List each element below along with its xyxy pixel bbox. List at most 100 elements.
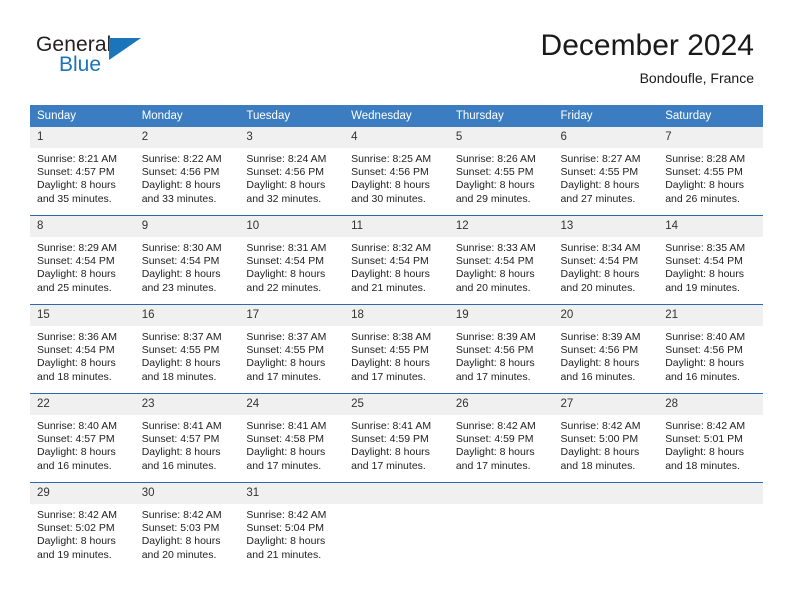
daylight-text-line1: Daylight: 8 hours (246, 179, 326, 192)
day-number: 18 (344, 305, 449, 326)
sunset-text: Sunset: 5:03 PM (141, 522, 220, 535)
day-cell-empty (553, 482, 659, 571)
day-cell[interactable]: 18 Sunrise: 8:38 AM Sunset: 4:55 PM Dayl… (344, 304, 449, 394)
day-cell[interactable]: 24 Sunrise: 8:41 AM Sunset: 4:58 PM Dayl… (239, 393, 345, 483)
day-cell[interactable]: 17 Sunrise: 8:37 AM Sunset: 4:55 PM Dayl… (239, 304, 345, 394)
day-cell[interactable]: 31 Sunrise: 8:42 AM Sunset: 5:04 PM Dayl… (239, 482, 345, 571)
daylight-text-line2: and 16 minutes. (37, 459, 112, 472)
day-cell[interactable]: 9 Sunrise: 8:30 AM Sunset: 4:54 PM Dayli… (134, 215, 240, 305)
sunset-text: Sunset: 4:54 PM (246, 255, 325, 268)
daylight-text-line1: Daylight: 8 hours (351, 268, 430, 281)
day-cell[interactable]: 20 Sunrise: 8:39 AM Sunset: 4:56 PM Dayl… (553, 304, 659, 394)
calendar-week-row: 22 Sunrise: 8:40 AM Sunset: 4:57 PM Dayl… (30, 393, 763, 483)
sunset-text: Sunset: 4:56 PM (560, 344, 639, 357)
calendar-week-row: 29 Sunrise: 8:42 AM Sunset: 5:02 PM Dayl… (30, 482, 763, 571)
day-cell[interactable]: 3 Sunrise: 8:24 AM Sunset: 4:56 PM Dayli… (239, 127, 345, 216)
day-cell[interactable]: 27 Sunrise: 8:42 AM Sunset: 5:00 PM Dayl… (553, 393, 659, 483)
day-cell[interactable]: 16 Sunrise: 8:37 AM Sunset: 4:55 PM Dayl… (134, 304, 240, 394)
day-cell[interactable]: 10 Sunrise: 8:31 AM Sunset: 4:54 PM Dayl… (239, 215, 345, 305)
daylight-text-line1: Daylight: 8 hours (141, 535, 221, 548)
day-cell[interactable]: 7 Sunrise: 8:28 AM Sunset: 4:55 PM Dayli… (658, 127, 763, 216)
day-cell[interactable]: 21 Sunrise: 8:40 AM Sunset: 4:56 PM Dayl… (658, 304, 763, 394)
day-number: 15 (30, 305, 135, 326)
daylight-text-line2: and 16 minutes. (665, 370, 740, 383)
sunset-text: Sunset: 5:02 PM (37, 522, 115, 535)
day-number: 12 (448, 216, 554, 237)
sunrise-text: Sunrise: 8:41 AM (351, 420, 432, 432)
day-number: 9 (134, 216, 240, 237)
day-cell[interactable]: 26 Sunrise: 8:42 AM Sunset: 4:59 PM Dayl… (448, 393, 554, 483)
day-info: Sunrise: 8:42 AM Sunset: 5:01 PM Dayligh… (658, 415, 763, 473)
day-cell[interactable]: 12 Sunrise: 8:33 AM Sunset: 4:54 PM Dayl… (448, 215, 554, 305)
day-number: 19 (448, 305, 554, 326)
daylight-text-line2: and 33 minutes. (141, 192, 217, 205)
day-cell[interactable]: 28 Sunrise: 8:42 AM Sunset: 5:01 PM Dayl… (658, 393, 763, 483)
sunrise-text: Sunrise: 8:31 AM (246, 242, 327, 254)
day-number: 25 (344, 394, 449, 415)
daylight-text-line2: and 17 minutes. (455, 370, 531, 383)
day-number: 28 (658, 394, 763, 415)
day-number: 4 (344, 127, 449, 148)
sunset-text: Sunset: 5:00 PM (560, 433, 639, 446)
location-subtitle: Bondoufle, France (639, 70, 754, 86)
day-number: 10 (239, 216, 345, 237)
day-cell[interactable]: 1 Sunrise: 8:21 AM Sunset: 4:57 PM Dayli… (30, 127, 135, 216)
day-cell[interactable]: 5 Sunrise: 8:26 AM Sunset: 4:55 PM Dayli… (448, 127, 554, 216)
day-cell[interactable]: 30 Sunrise: 8:42 AM Sunset: 5:03 PM Dayl… (134, 482, 240, 571)
sunrise-text: Sunrise: 8:21 AM (37, 153, 117, 165)
weekday-header-sunday: Sunday (30, 105, 135, 127)
day-cell[interactable]: 22 Sunrise: 8:40 AM Sunset: 4:57 PM Dayl… (30, 393, 135, 483)
daylight-text-line1: Daylight: 8 hours (351, 357, 430, 370)
sunset-text: Sunset: 4:54 PM (560, 255, 639, 268)
sunrise-text: Sunrise: 8:41 AM (246, 420, 327, 432)
day-cell[interactable]: 14 Sunrise: 8:35 AM Sunset: 4:54 PM Dayl… (658, 215, 763, 305)
title-block: December 2024 Bondoufle, France (541, 28, 754, 87)
day-info: Sunrise: 8:42 AM Sunset: 4:59 PM Dayligh… (449, 415, 554, 473)
daylight-text-line1: Daylight: 8 hours (665, 179, 745, 192)
day-number: 1 (30, 127, 135, 148)
day-number: 13 (553, 216, 659, 237)
daylight-text-line2: and 23 minutes. (141, 281, 217, 294)
general-blue-logo[interactable]: General Blue (36, 33, 216, 85)
day-cell[interactable]: 25 Sunrise: 8:41 AM Sunset: 4:59 PM Dayl… (344, 393, 449, 483)
sunset-text: Sunset: 4:57 PM (37, 166, 115, 179)
sunrise-text: Sunrise: 8:42 AM (37, 509, 117, 521)
daylight-text-line2: and 16 minutes. (141, 459, 217, 472)
day-info: Sunrise: 8:35 AM Sunset: 4:54 PM Dayligh… (658, 237, 763, 295)
day-info: Sunrise: 8:34 AM Sunset: 4:54 PM Dayligh… (554, 237, 659, 295)
day-cell[interactable]: 8 Sunrise: 8:29 AM Sunset: 4:54 PM Dayli… (30, 215, 135, 305)
daylight-text-line1: Daylight: 8 hours (141, 357, 221, 370)
sunrise-text: Sunrise: 8:38 AM (351, 331, 432, 343)
day-info: Sunrise: 8:33 AM Sunset: 4:54 PM Dayligh… (449, 237, 554, 295)
day-cell[interactable]: 29 Sunrise: 8:42 AM Sunset: 5:02 PM Dayl… (30, 482, 135, 571)
sunset-text: Sunset: 4:54 PM (37, 255, 115, 268)
sunset-text: Sunset: 4:55 PM (246, 344, 325, 357)
day-info: Sunrise: 8:26 AM Sunset: 4:55 PM Dayligh… (449, 148, 554, 206)
sunset-text: Sunset: 5:01 PM (665, 433, 743, 446)
day-number: 21 (658, 305, 763, 326)
day-number: 27 (553, 394, 659, 415)
weekday-header-monday: Monday (134, 105, 240, 127)
daylight-text-line1: Daylight: 8 hours (37, 179, 116, 192)
daylight-text-line2: and 18 minutes. (141, 370, 217, 383)
day-number: 29 (30, 483, 135, 504)
sunrise-text: Sunrise: 8:42 AM (246, 509, 327, 521)
daylight-text-line1: Daylight: 8 hours (37, 446, 116, 459)
sunrise-text: Sunrise: 8:42 AM (455, 420, 536, 432)
daylight-text-line2: and 20 minutes. (141, 548, 217, 561)
day-number: 6 (553, 127, 659, 148)
sunrise-text: Sunrise: 8:37 AM (141, 331, 222, 343)
daylight-text-line1: Daylight: 8 hours (141, 179, 221, 192)
day-cell[interactable]: 4 Sunrise: 8:25 AM Sunset: 4:56 PM Dayli… (344, 127, 449, 216)
day-cell[interactable]: 23 Sunrise: 8:41 AM Sunset: 4:57 PM Dayl… (134, 393, 240, 483)
day-cell[interactable]: 6 Sunrise: 8:27 AM Sunset: 4:55 PM Dayli… (553, 127, 659, 216)
day-cell[interactable]: 15 Sunrise: 8:36 AM Sunset: 4:54 PM Dayl… (30, 304, 135, 394)
daylight-text-line2: and 32 minutes. (246, 192, 322, 205)
day-info: Sunrise: 8:42 AM Sunset: 5:03 PM Dayligh… (135, 504, 240, 562)
day-cell[interactable]: 19 Sunrise: 8:39 AM Sunset: 4:56 PM Dayl… (448, 304, 554, 394)
day-cell[interactable]: 13 Sunrise: 8:34 AM Sunset: 4:54 PM Dayl… (553, 215, 659, 305)
daylight-text-line2: and 20 minutes. (560, 281, 636, 294)
day-info: Sunrise: 8:41 AM Sunset: 4:59 PM Dayligh… (344, 415, 449, 473)
day-cell[interactable]: 11 Sunrise: 8:32 AM Sunset: 4:54 PM Dayl… (344, 215, 449, 305)
day-cell[interactable]: 2 Sunrise: 8:22 AM Sunset: 4:56 PM Dayli… (134, 127, 240, 216)
